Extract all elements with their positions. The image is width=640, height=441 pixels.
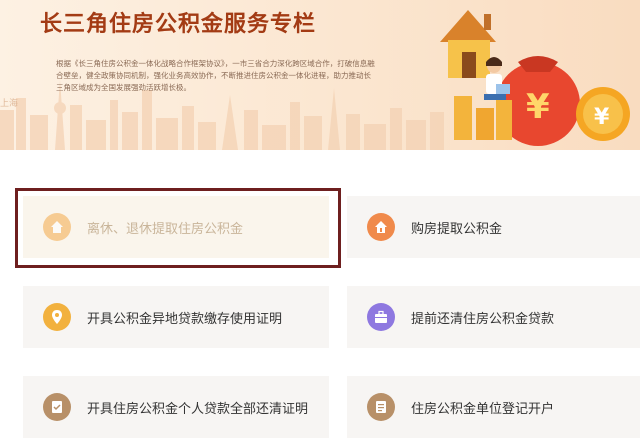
service-card-remote-loan-certificate[interactable]: 开具公积金异地贷款缴存使用证明: [23, 286, 329, 348]
service-label: 提前还清住房公积金贷款: [411, 312, 555, 327]
housing-fund-illustration: ¥ ¥: [440, 10, 630, 146]
svg-text:¥: ¥: [526, 87, 550, 127]
service-card-loan-settlement-certificate[interactable]: 开具住房公积金个人贷款全部还清证明: [23, 376, 329, 438]
briefcase-icon: [367, 303, 395, 331]
service-label: 购房提取公积金: [411, 222, 503, 237]
certificate-icon: [43, 393, 71, 421]
document-icon: [367, 393, 395, 421]
city-label: 上海: [0, 99, 19, 109]
service-label: 开具公积金异地贷款缴存使用证明: [87, 312, 283, 327]
house-money-icon: [367, 213, 395, 241]
banner: 上海 长三角住房公积金服务专栏 根据《长三角住房公积金一体化战略合作框架协议》，…: [0, 0, 640, 150]
svg-text:¥: ¥: [594, 105, 610, 130]
banner-title: 长三角住房公积金服务专栏: [40, 12, 317, 37]
service-card-employer-account-registration[interactable]: 住房公积金单位登记开户: [347, 376, 640, 438]
service-card-early-loan-repayment[interactable]: 提前还清住房公积金贷款: [347, 286, 640, 348]
service-card-house-purchase-withdrawal[interactable]: 购房提取公积金: [347, 196, 640, 258]
selection-highlight-frame: [15, 188, 341, 268]
location-pin-icon: [43, 303, 71, 331]
banner-description: 根据《长三角住房公积金一体化战略合作框架协议》，一市三省合力深化跨区域合作，打破…: [56, 59, 375, 92]
service-label: 开具住房公积金个人贷款全部还清证明: [87, 402, 309, 417]
service-label: 住房公积金单位登记开户: [411, 402, 555, 417]
